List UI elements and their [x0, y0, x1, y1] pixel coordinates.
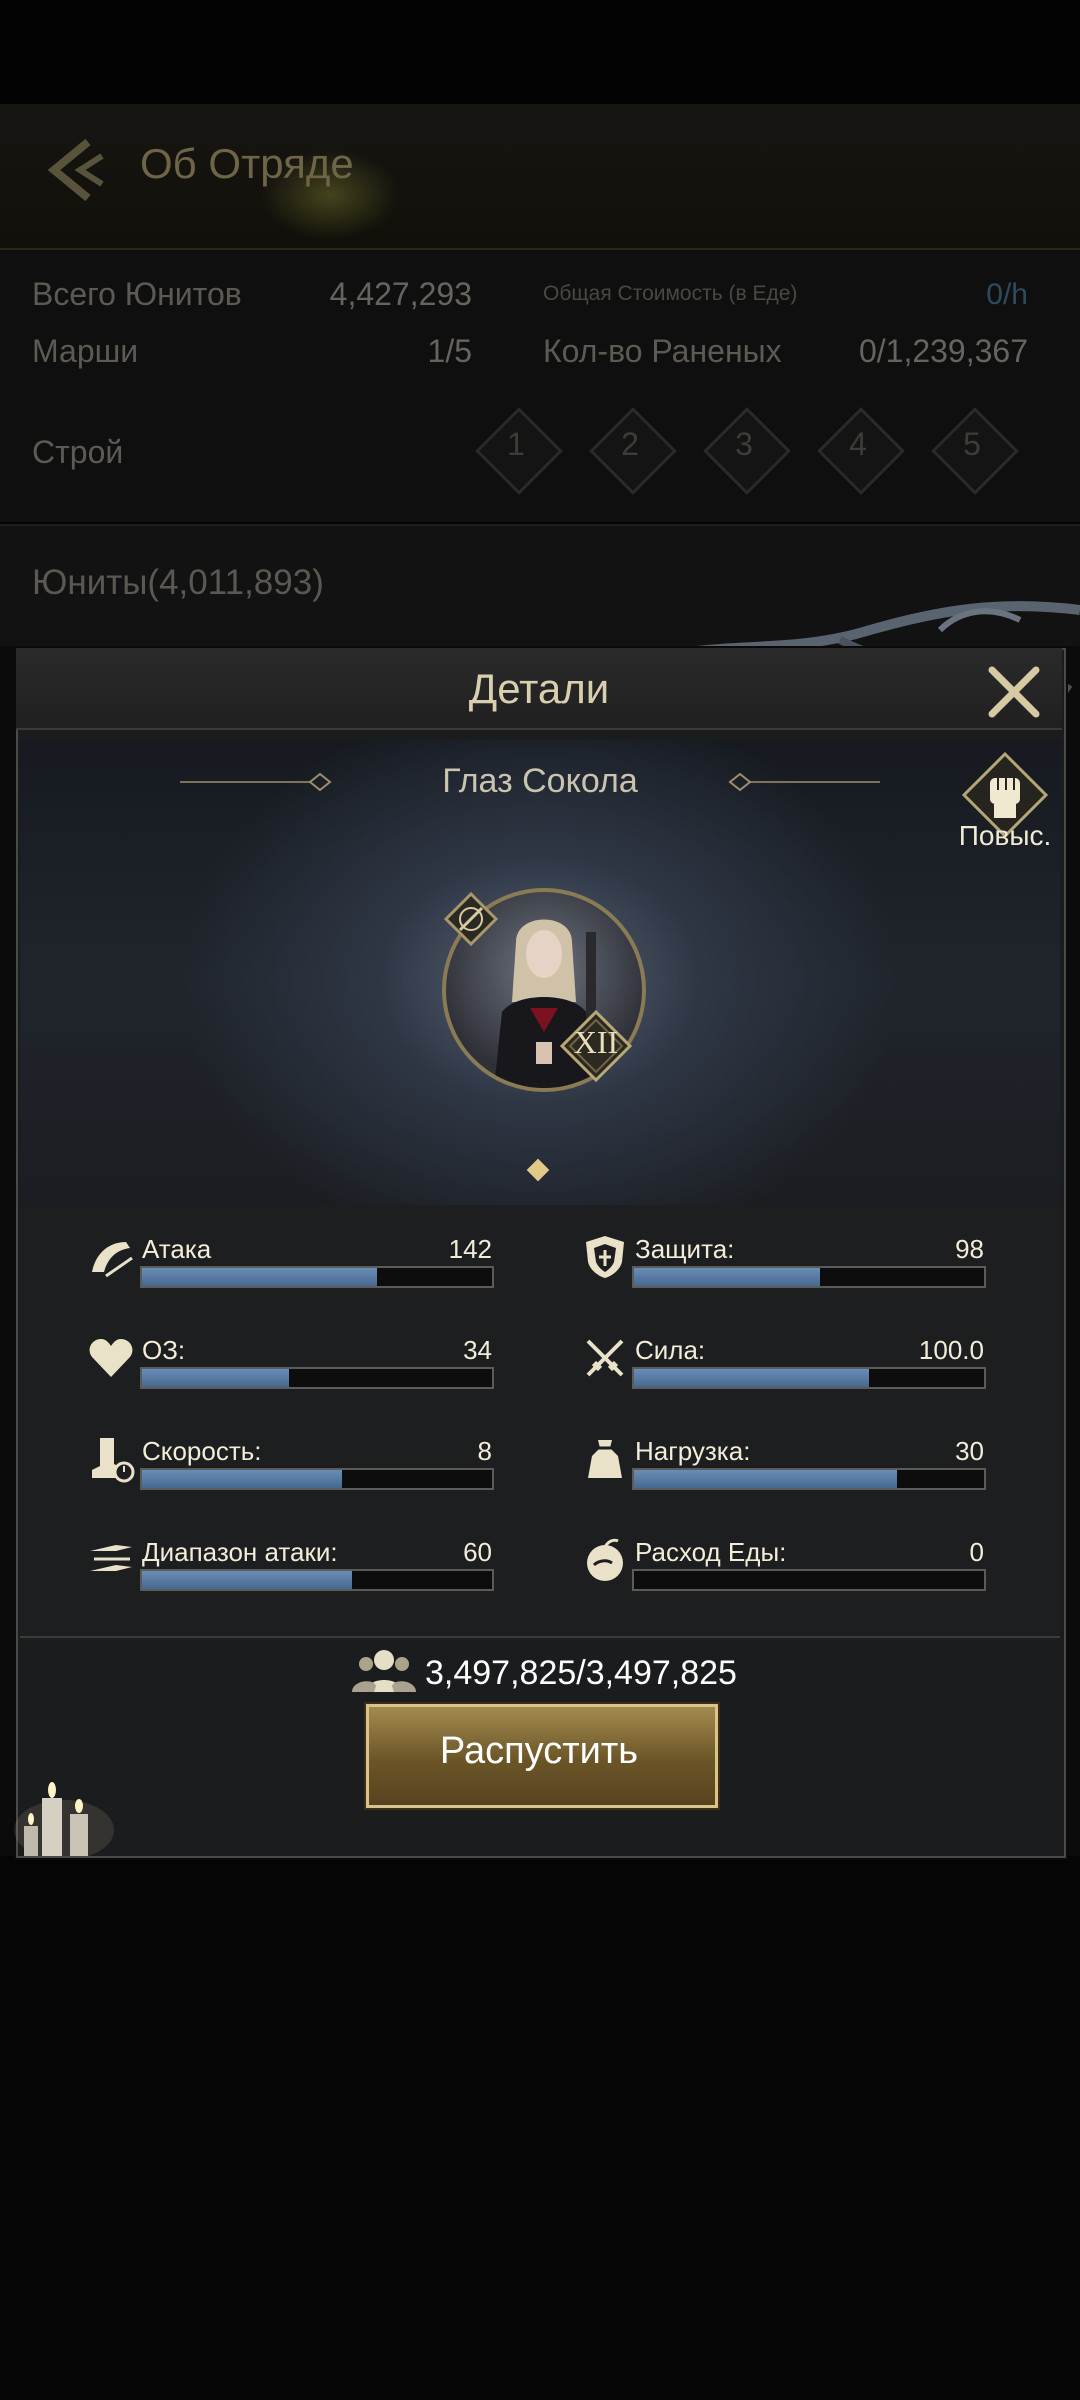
food-consumption-label: Расход Еды: [635, 1537, 787, 1567]
range-value: 60 [463, 1537, 492, 1567]
close-icon[interactable] [984, 662, 1044, 722]
attack-icon [92, 1242, 133, 1278]
troops-icon [352, 1650, 416, 1692]
health-icon [89, 1339, 133, 1377]
power-bar [632, 1367, 986, 1389]
marches-label: Марши [32, 333, 139, 369]
formation-slot-3[interactable]: 3 [703, 407, 791, 495]
power-value: 100.0 [918, 1335, 984, 1365]
wounded-label: Кол-во Раненых [543, 333, 782, 369]
status-bar [0, 0, 1080, 104]
speed-bar [140, 1468, 494, 1490]
page-title: Об Отряде [140, 140, 354, 187]
troop-count: 3,497,825/3,497,825 [425, 1654, 737, 1692]
food-consumption-value: 0 [969, 1537, 984, 1567]
divider [20, 1636, 1060, 1638]
health-label: ОЗ: [142, 1335, 186, 1365]
defense-label: Защита: [635, 1234, 735, 1264]
speed-value: 8 [477, 1436, 492, 1466]
attack-bar [140, 1266, 494, 1288]
speed-icon [92, 1438, 135, 1483]
units-label: Юниты(4,011,893) [32, 563, 324, 602]
total-units-label: Всего Юнитов [32, 276, 242, 312]
load-icon [588, 1440, 622, 1478]
load-label: Нагрузка: [635, 1436, 751, 1466]
class-badge-icon [444, 892, 498, 946]
formation-slot-2[interactable]: 2 [589, 407, 677, 495]
dialog-title: Детали [468, 665, 610, 712]
marches-value: 1/5 [427, 333, 472, 369]
wounded-value: 0/1,239,367 [858, 333, 1028, 369]
upgrade-label[interactable]: Повыс. [940, 820, 1070, 852]
total-units-value: 4,427,293 [329, 276, 472, 312]
food-icon [587, 1538, 623, 1581]
power-icon [586, 1339, 624, 1377]
formation-label: Строй [32, 434, 124, 470]
dismiss-button-label[interactable]: Распустить [366, 1730, 712, 1773]
load-bar [632, 1468, 986, 1490]
defense-bar [632, 1266, 986, 1288]
range-label: Диапазон атаки: [142, 1537, 338, 1567]
food-cost-label: Общая Стоимость (в Еде) [543, 282, 798, 305]
formation-slot-4[interactable]: 4 [817, 407, 905, 495]
power-label: Сила: [635, 1335, 706, 1365]
unit-name: Глаз Сокола [442, 762, 638, 800]
health-value: 34 [463, 1335, 492, 1365]
attack-value: 142 [448, 1234, 492, 1264]
formation-slot-1[interactable]: 1 [475, 407, 563, 495]
food-consumption-bar [632, 1569, 986, 1591]
defense-value: 98 [955, 1234, 984, 1264]
food-cost-value: 0/h [986, 278, 1028, 311]
range-bar [140, 1569, 494, 1591]
candles-decoration-icon [14, 1782, 114, 1856]
load-value: 30 [955, 1436, 984, 1466]
attack-label: Атака [142, 1234, 212, 1264]
defense-icon [586, 1236, 624, 1278]
speed-label: Скорость: [142, 1436, 262, 1466]
back-arrow-icon[interactable] [40, 130, 110, 210]
range-icon [90, 1545, 132, 1571]
formation-slot-5[interactable]: 5 [931, 407, 1019, 495]
rank-label: XII [573, 1024, 619, 1060]
ornament-right-icon [728, 772, 880, 792]
health-bar [140, 1367, 494, 1389]
